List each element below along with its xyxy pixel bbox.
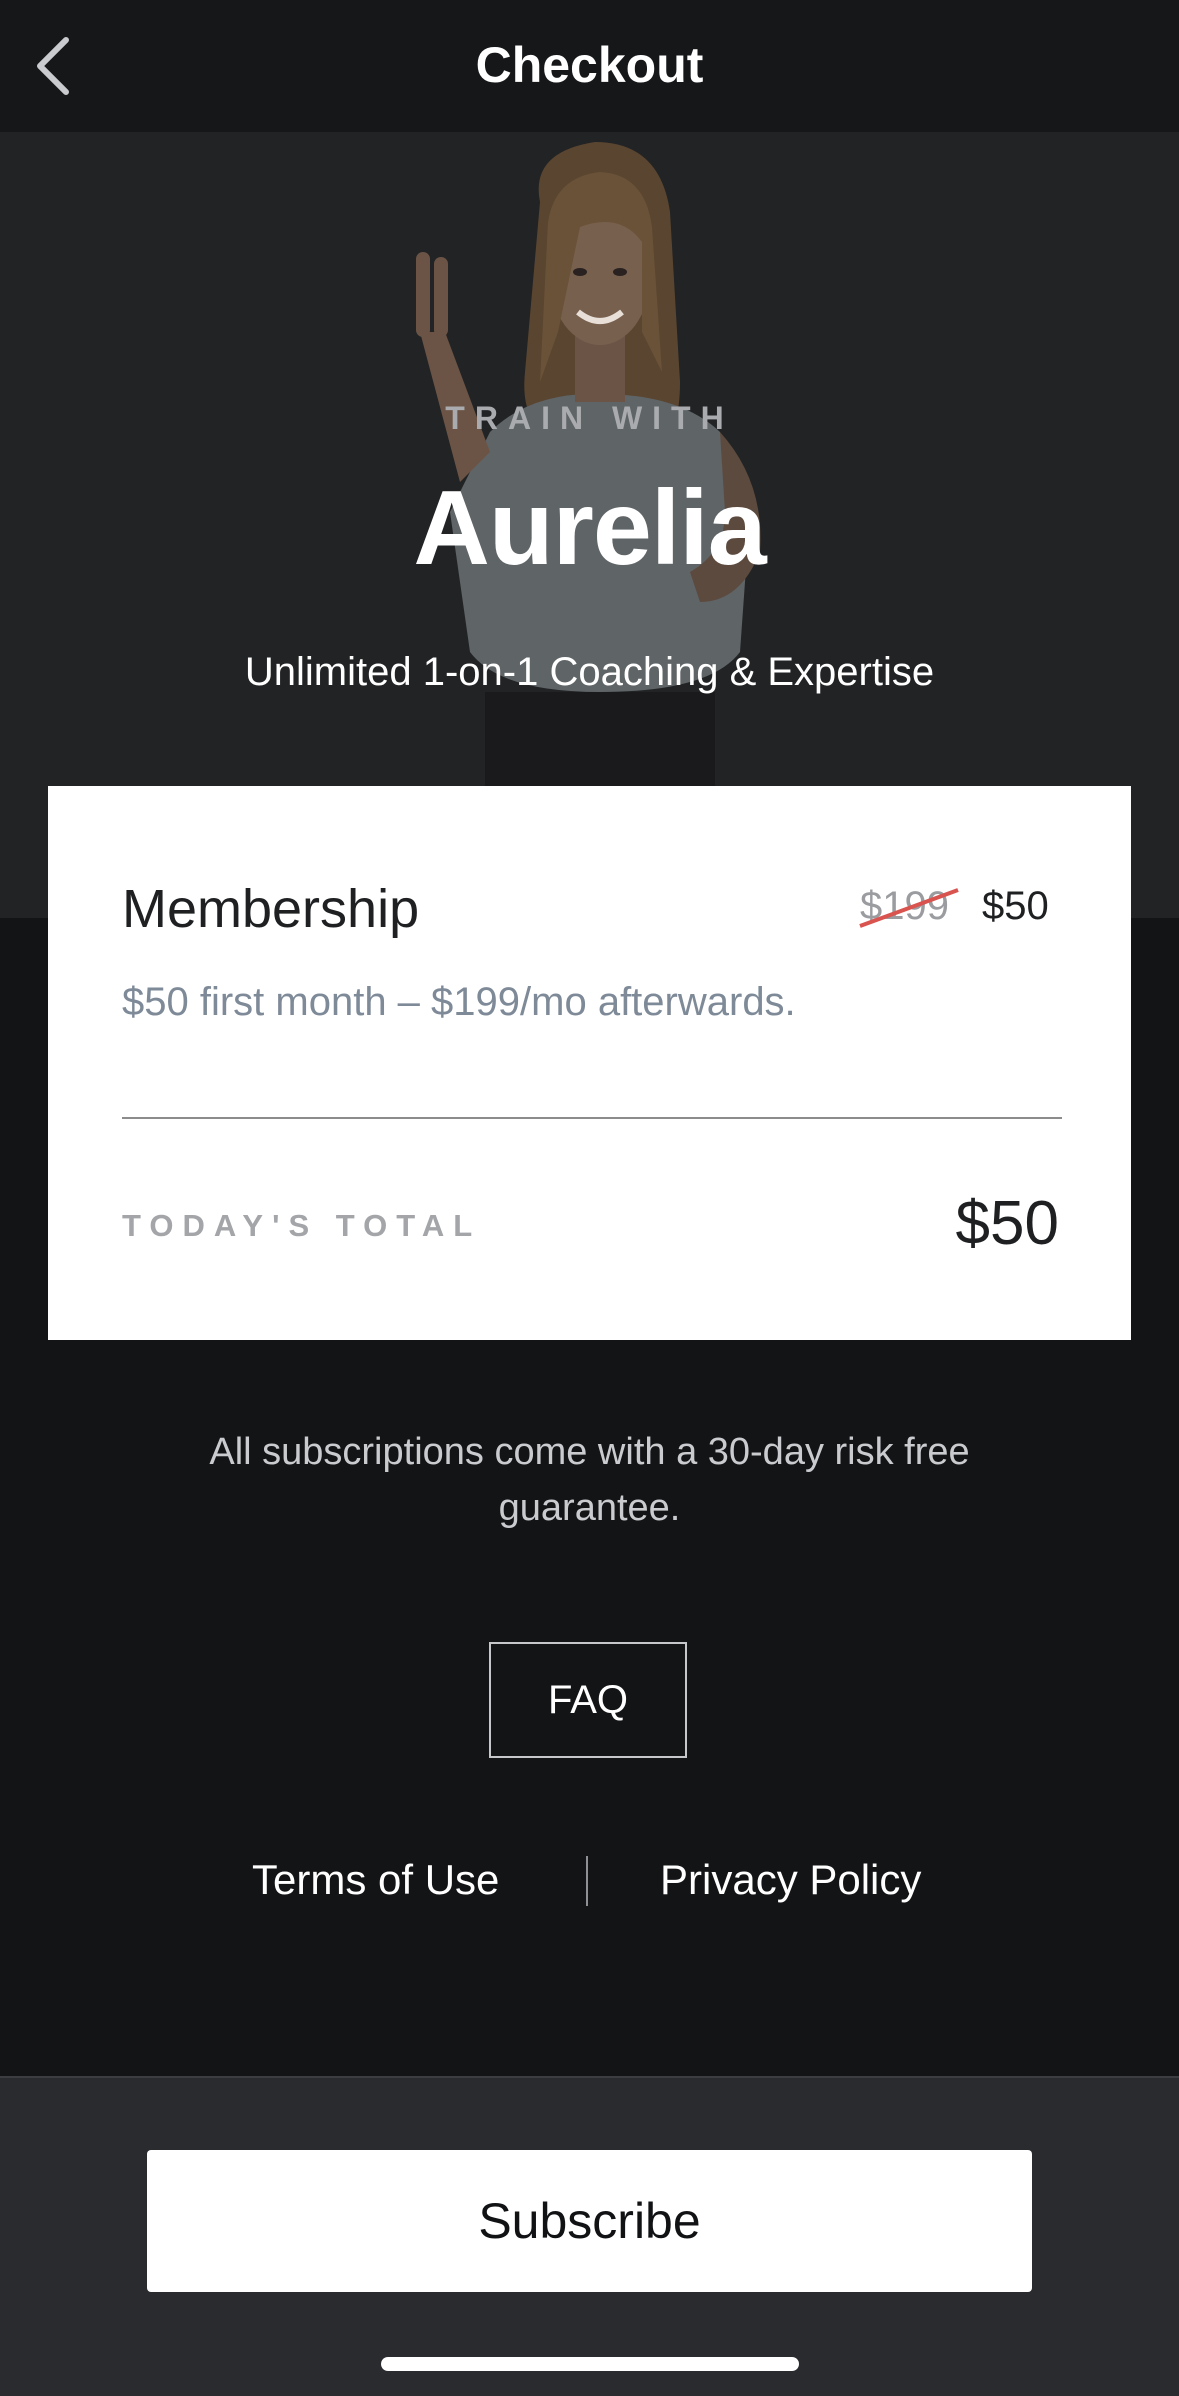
page-title: Checkout: [475, 37, 704, 93]
coach-name: Aurelia: [413, 469, 766, 587]
total-label: TODAY'S TOTAL: [122, 1208, 482, 1243]
top-nav-bar: Checkout: [0, 0, 1179, 132]
hero-eyebrow: TRAIN WITH: [445, 400, 734, 436]
card-divider: [122, 1117, 1062, 1119]
discounted-price: $50: [982, 884, 1049, 928]
home-indicator[interactable]: [381, 2357, 799, 2371]
faq-button[interactable]: FAQ: [489, 1642, 687, 1758]
total-value: $50: [955, 1189, 1059, 1258]
membership-title: Membership: [122, 879, 420, 939]
membership-card: Membership $199 $50 $50 first month – $1…: [48, 786, 1131, 1340]
privacy-policy-link[interactable]: Privacy Policy: [660, 1856, 921, 1904]
link-separator: [586, 1856, 588, 1906]
subscribe-button[interactable]: Subscribe: [147, 2150, 1032, 2292]
membership-description: $50 first month – $199/mo afterwards.: [122, 980, 796, 1024]
hero-subtitle: Unlimited 1-on-1 Coaching & Expertise: [244, 650, 935, 694]
strikethrough-mark: [859, 888, 959, 928]
guarantee-text: All subscriptions come with a 30-day ris…: [209, 1431, 970, 1529]
terms-of-use-link[interactable]: Terms of Use: [252, 1856, 499, 1904]
